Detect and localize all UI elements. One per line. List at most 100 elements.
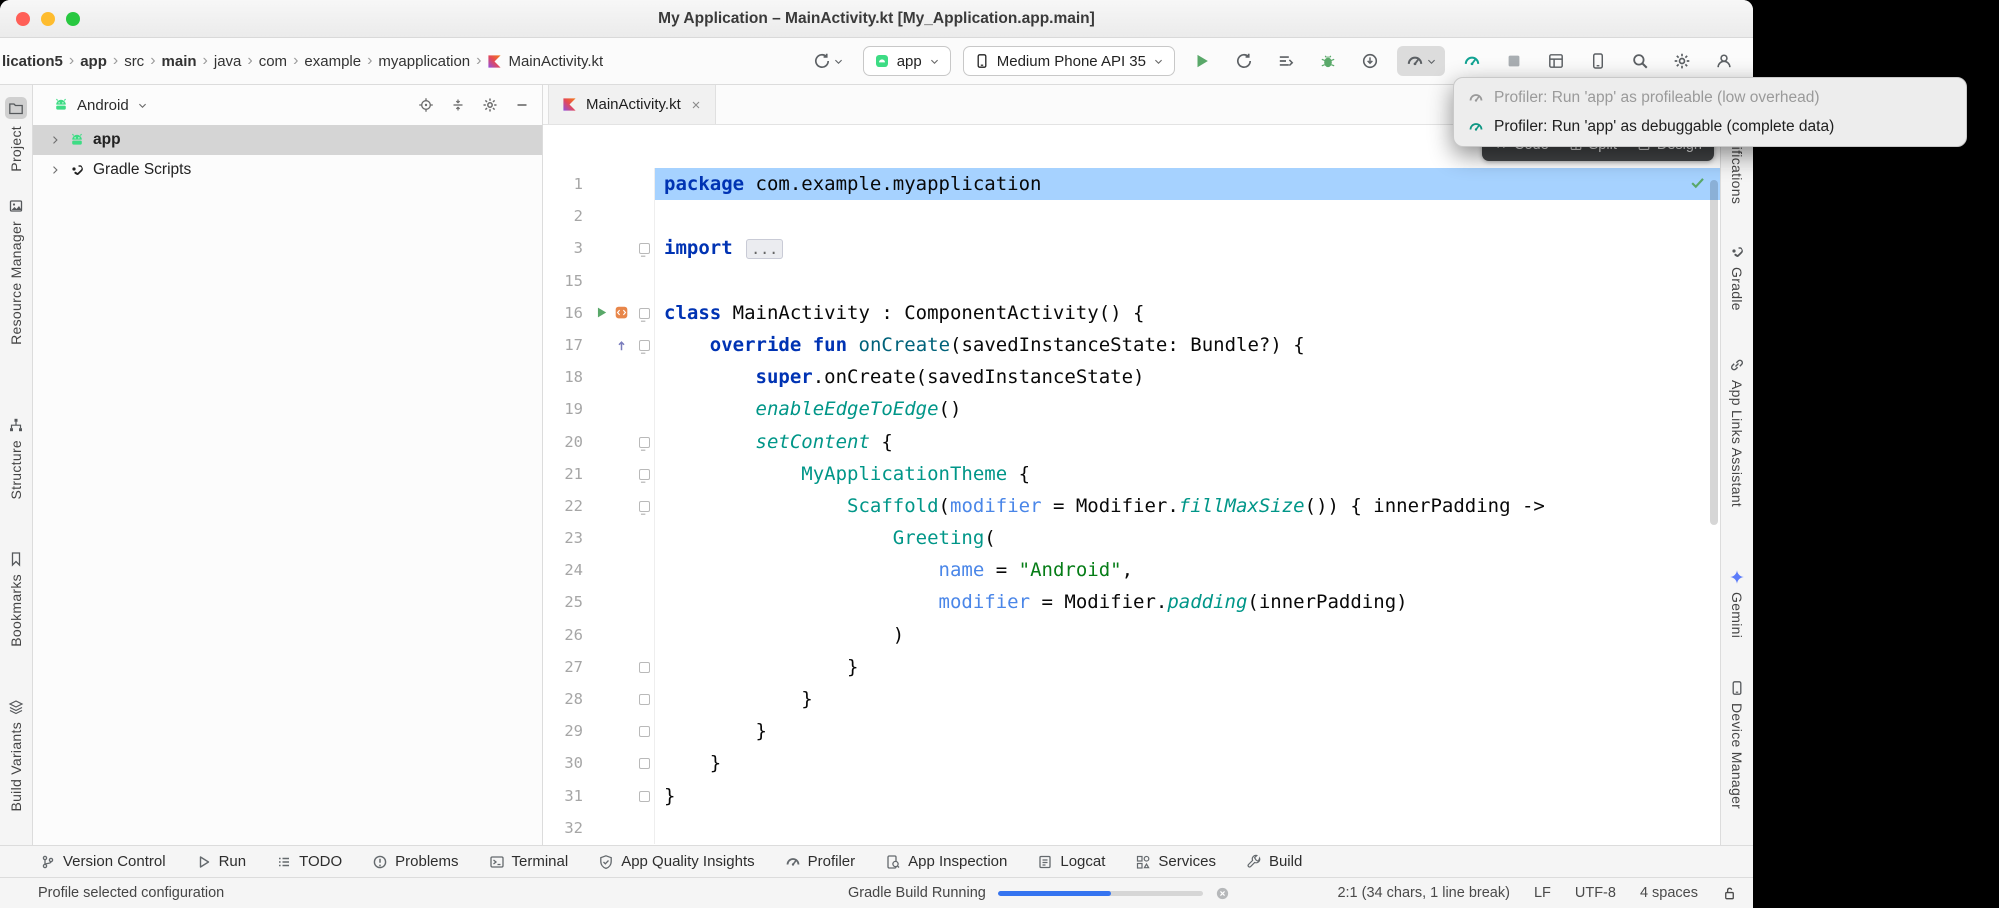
gutter-icons[interactable] <box>583 683 635 715</box>
tool-window-button[interactable]: App Inspection <box>885 853 1007 870</box>
breadcrumb-item[interactable]: MainActivity.kt › <box>487 53 603 70</box>
breadcrumb-item[interactable]: lication5 › <box>2 52 80 70</box>
close-window-button[interactable] <box>16 12 30 26</box>
account-button[interactable] <box>1709 46 1739 76</box>
fold-marker[interactable] <box>635 747 655 779</box>
cancel-build-button[interactable] <box>1215 886 1230 901</box>
code-text[interactable]: Greeting( <box>655 522 1720 554</box>
gutter-icons[interactable] <box>583 200 635 232</box>
code-text[interactable]: super.onCreate(savedInstanceState) <box>655 361 1720 393</box>
code-text[interactable]: enableEdgeToEdge() <box>655 393 1720 425</box>
code-line[interactable]: 21 MyApplicationTheme { <box>543 458 1720 490</box>
code-editor[interactable]: 1package com.example.myapplication23impo… <box>543 125 1720 845</box>
profiler-button[interactable] <box>1397 46 1445 76</box>
attach-debugger-button[interactable] <box>1355 46 1385 76</box>
tool-window-button[interactable]: TODO <box>276 853 342 870</box>
collapse-all-icon[interactable] <box>450 97 466 113</box>
tool-window-button[interactable]: Logcat <box>1037 853 1105 870</box>
code-text[interactable]: package com.example.myapplication <box>655 168 1720 200</box>
code-line[interactable]: 28 } <box>543 683 1720 715</box>
zoom-window-button[interactable] <box>66 12 80 26</box>
tab-mainactivity[interactable]: MainActivity.kt <box>548 85 716 124</box>
tool-window-button[interactable]: App Links Assistant <box>1729 357 1745 507</box>
gutter-icons[interactable] <box>583 393 635 425</box>
gutter-icons[interactable] <box>583 458 635 490</box>
gutter-icons[interactable] <box>583 715 635 747</box>
tool-window-button[interactable]: Problems <box>372 853 458 870</box>
compose-icon[interactable] <box>614 305 629 320</box>
code-line[interactable]: 27 } <box>543 651 1720 683</box>
fold-marker[interactable] <box>635 715 655 747</box>
tool-window-button[interactable]: Build Variants <box>8 699 24 812</box>
run-button[interactable] <box>1187 46 1217 76</box>
gutter-run-icon[interactable] <box>594 305 609 320</box>
gutter-icons[interactable] <box>583 232 635 264</box>
tool-window-button[interactable]: Terminal <box>489 853 569 870</box>
layout-inspector-button[interactable] <box>1541 46 1571 76</box>
panel-settings-icon[interactable] <box>482 97 498 113</box>
breadcrumb-item[interactable]: example › <box>304 52 378 70</box>
code-text[interactable]: class MainActivity : ComponentActivity()… <box>655 297 1720 329</box>
fold-marker[interactable] <box>635 426 655 458</box>
code-line[interactable]: 3import ... <box>543 232 1720 264</box>
running-devices-button[interactable] <box>1583 46 1613 76</box>
popup-menu-item[interactable]: Profiler: Run 'app' as debuggable (compl… <box>1454 112 1966 141</box>
code-line[interactable]: 1package com.example.myapplication <box>543 168 1720 200</box>
inspections-ok-icon[interactable] <box>1689 174 1706 191</box>
breadcrumb-item[interactable]: main › <box>162 52 214 70</box>
apply-changes-button[interactable] <box>1229 46 1259 76</box>
breadcrumb-item[interactable]: app › <box>80 52 124 70</box>
tool-window-button[interactable]: Bookmarks <box>8 551 24 647</box>
breadcrumb-item[interactable]: myapplication › <box>378 52 487 70</box>
fold-marker[interactable] <box>635 232 655 264</box>
code-line[interactable]: 18 super.onCreate(savedInstanceState) <box>543 361 1720 393</box>
close-tab-icon[interactable] <box>690 99 702 111</box>
code-text[interactable]: MyApplicationTheme { <box>655 458 1720 490</box>
gutter-icons[interactable] <box>583 586 635 618</box>
fold-marker[interactable] <box>635 651 655 683</box>
code-line[interactable]: 17 override fun onCreate(savedInstanceSt… <box>543 329 1720 361</box>
project-view-select[interactable]: Android <box>45 93 156 118</box>
fold-marker[interactable] <box>635 683 655 715</box>
override-icon[interactable] <box>614 338 629 353</box>
code-text[interactable]: import ... <box>655 232 1720 264</box>
code-line[interactable]: 32 <box>543 812 1720 844</box>
code-line[interactable]: 29 } <box>543 715 1720 747</box>
breadcrumb-item[interactable]: src › <box>124 52 161 70</box>
run-configuration-select[interactable]: app <box>863 46 951 76</box>
fold-marker[interactable] <box>635 297 655 329</box>
code-line[interactable]: 31} <box>543 780 1720 812</box>
breadcrumb-item[interactable]: java › <box>214 52 259 70</box>
popup-menu-item[interactable]: Profiler: Run 'app' as profileable (low … <box>1454 83 1966 112</box>
tool-window-button[interactable]: Services <box>1135 853 1216 870</box>
gutter-icons[interactable] <box>583 329 635 361</box>
code-text[interactable]: modifier = Modifier.padding(innerPadding… <box>655 586 1720 618</box>
tool-window-button[interactable]: Resource Manager <box>8 198 24 345</box>
code-line[interactable]: 24 name = "Android", <box>543 554 1720 586</box>
code-line[interactable]: 16class MainActivity : ComponentActivity… <box>543 297 1720 329</box>
readonly-toggle-icon[interactable] <box>1722 886 1737 901</box>
tool-window-button[interactable]: App Quality Insights <box>598 853 754 870</box>
line-separator[interactable]: LF <box>1534 885 1551 901</box>
fold-marker[interactable] <box>635 458 655 490</box>
tool-window-button[interactable]: Gemini <box>1729 569 1745 638</box>
code-text[interactable] <box>655 812 1720 844</box>
gutter-icons[interactable] <box>583 168 635 200</box>
code-line[interactable]: 30 } <box>543 747 1720 779</box>
settings-button[interactable] <box>1667 46 1697 76</box>
indent-style[interactable]: 4 spaces <box>1640 885 1698 901</box>
fold-marker[interactable] <box>635 490 655 522</box>
device-select[interactable]: Medium Phone API 35 <box>963 46 1175 76</box>
code-text[interactable]: } <box>655 651 1720 683</box>
tool-window-button[interactable]: Structure <box>8 417 24 500</box>
code-text[interactable]: override fun onCreate(savedInstanceState… <box>655 329 1720 361</box>
code-line[interactable]: 15 <box>543 265 1720 297</box>
code-line[interactable]: 26 ) <box>543 619 1720 651</box>
select-opened-file-icon[interactable] <box>418 97 434 113</box>
gutter-icons[interactable] <box>583 812 635 844</box>
expand-chevron-icon[interactable] <box>49 164 61 176</box>
gutter-icons[interactable] <box>583 426 635 458</box>
editor-scrollbar[interactable] <box>1710 180 1718 525</box>
minimize-window-button[interactable] <box>41 12 55 26</box>
code-text[interactable]: } <box>655 715 1720 747</box>
